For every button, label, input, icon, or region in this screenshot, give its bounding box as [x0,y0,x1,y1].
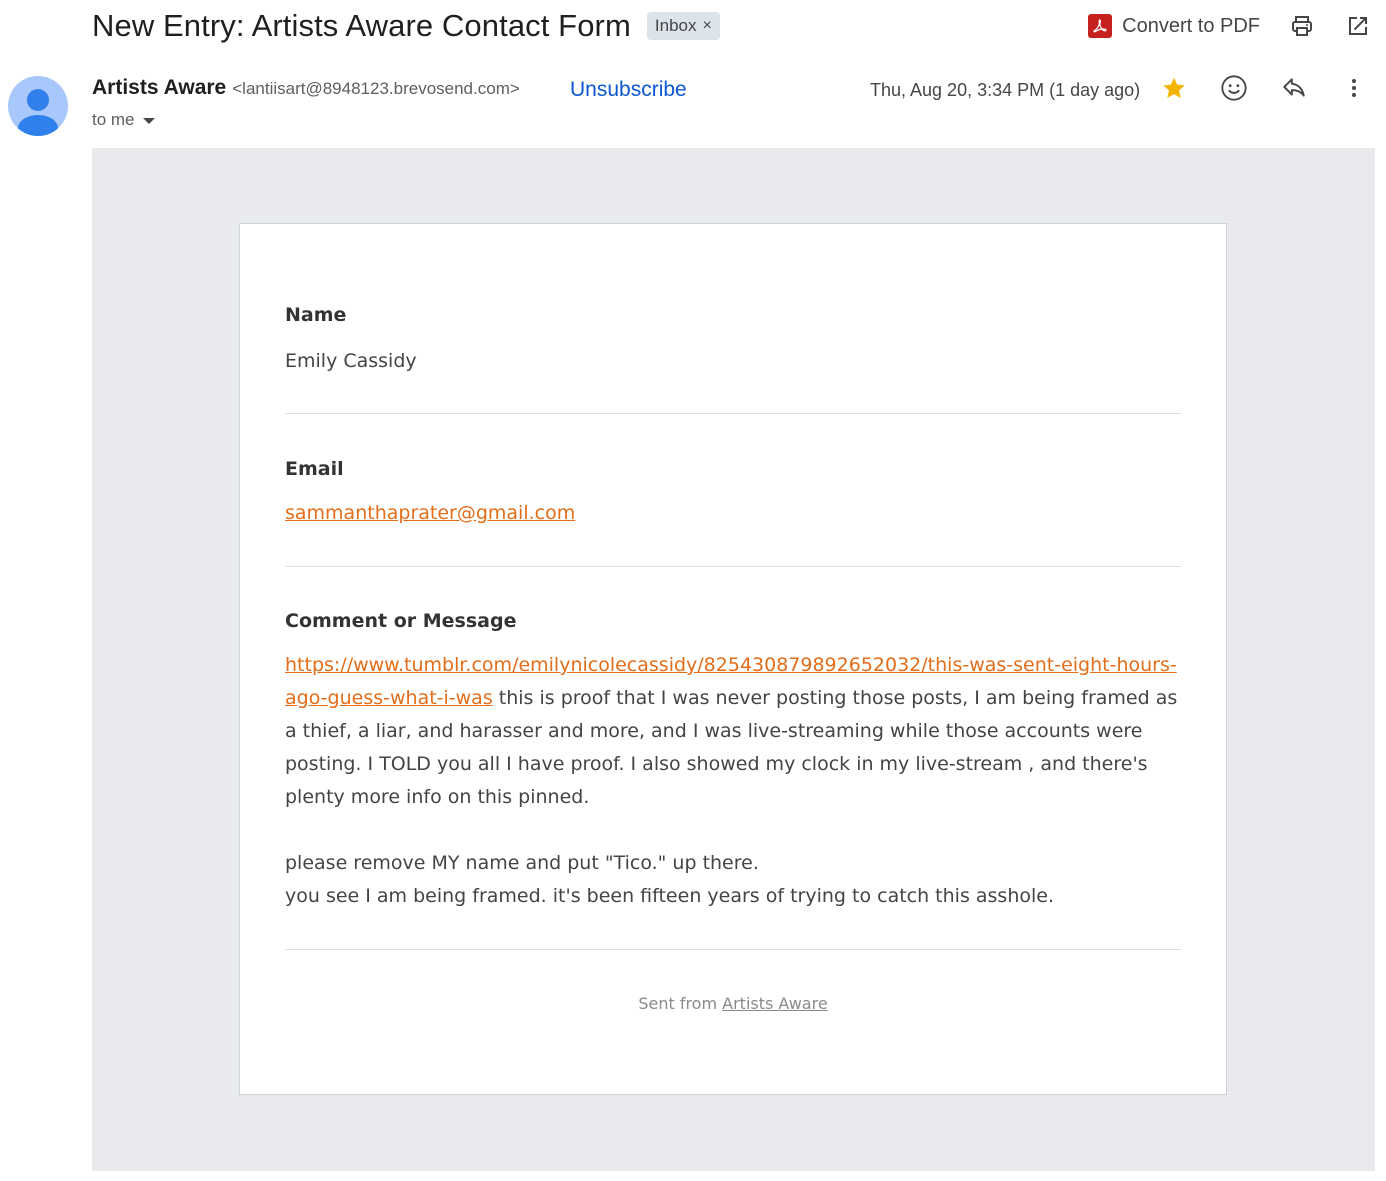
inbox-label-chip[interactable]: Inbox × [646,12,720,40]
reply-button[interactable] [1280,74,1308,102]
pdf-icon [1088,14,1113,38]
top-actions: Convert to PDF [1088,8,1372,44]
remove-label-icon[interactable]: × [703,17,712,35]
star-icon [1163,77,1185,98]
email-date: Thu, Aug 20, 3:34 PM (1 day ago) [870,80,1141,100]
sender-line: Artists Aware <lantiisart@8948123.brevos… [92,76,520,106]
message-paragraph-1: https://www.tumblr.com/emilynicolecassid… [285,649,1181,814]
recipient-text: to me [92,110,135,129]
sender-name[interactable]: Artists Aware [92,76,226,100]
print-button[interactable] [1288,12,1316,40]
open-in-new-window-icon [1349,17,1367,35]
more-options-button[interactable] [1340,74,1368,102]
emoji-icon [1221,75,1247,101]
more-vert-icon [1352,79,1356,97]
field-value-email-link[interactable]: sammanthaprater@gmail.com [285,502,575,524]
convert-to-pdf-label: Convert to PDF [1122,14,1260,37]
recipient-details-toggle[interactable]: to me [92,110,155,130]
sender-avatar[interactable] [8,76,68,136]
message-line-2: please remove MY name and put "Tico." up… [285,852,759,874]
form-entry-card: Name Emily Cassidy Email sammanthaprater… [239,223,1227,1095]
open-in-new-window-button[interactable] [1344,12,1372,40]
field-value-name: Emily Cassidy [285,350,417,372]
email-subject: New Entry: Artists Aware Contact Form [92,8,631,43]
convert-to-pdf-button[interactable]: Convert to PDF [1088,14,1260,38]
divider [285,413,1181,414]
default-avatar-icon [18,89,58,136]
star-button[interactable] [1160,74,1188,102]
field-label-email: Email [285,458,344,480]
artists-aware-footer-link[interactable]: Artists Aware [722,994,828,1013]
divider [285,949,1181,950]
sender-email: <lantiisart@8948123.brevosend.com> [232,79,520,98]
email-view: New Entry: Artists Aware Contact Form In… [0,0,1386,1181]
field-label-message: Comment or Message [285,610,517,632]
chevron-down-icon [142,118,155,124]
print-icon [1292,16,1312,36]
message-line-3: you see I am being framed. it's been fif… [285,885,1055,907]
inbox-label-text: Inbox [654,16,697,35]
message-actions [1160,74,1368,102]
reply-icon [1283,78,1305,97]
sent-from-footer: Sent from Artists Aware [285,994,1181,1013]
sent-from-prefix: Sent from [638,994,723,1013]
unsubscribe-link[interactable]: Unsubscribe [570,78,687,102]
message-body: https://www.tumblr.com/emilynicolecassid… [285,649,1181,913]
add-reaction-button[interactable] [1220,74,1248,102]
subject-row: New Entry: Artists Aware Contact Form In… [92,4,720,48]
divider [285,566,1181,567]
field-label-name: Name [285,304,347,326]
